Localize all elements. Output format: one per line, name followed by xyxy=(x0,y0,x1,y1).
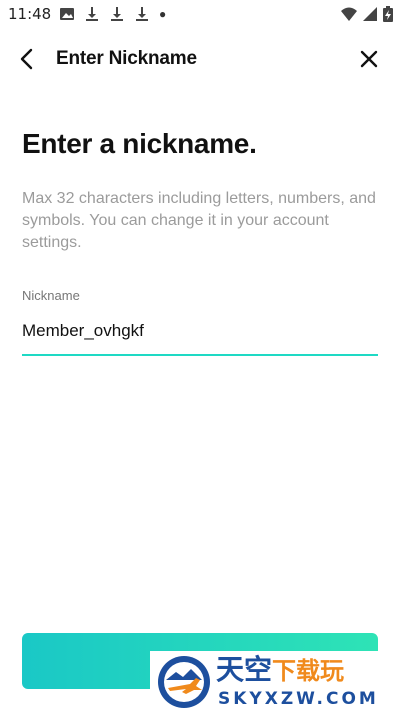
signal-icon xyxy=(363,7,377,21)
image-icon xyxy=(60,8,74,20)
watermark-cn-part1: 天空 xyxy=(216,653,273,686)
close-button[interactable] xyxy=(354,44,384,74)
status-bar: 11:48 ● xyxy=(0,0,400,28)
watermark-cn-part2: 下载玩 xyxy=(272,657,345,685)
battery-charging-icon xyxy=(383,6,393,22)
nickname-label: Nickname xyxy=(22,288,80,303)
watermark-en: SKYXZW.COM xyxy=(218,689,379,709)
watermark-cn: 天空下载玩 xyxy=(216,653,344,688)
close-icon xyxy=(360,50,378,68)
page-title: Enter Nickname xyxy=(56,48,197,69)
app-bar: Enter Nickname xyxy=(0,36,400,82)
nickname-input[interactable] xyxy=(22,316,378,356)
description-text: Max 32 characters including letters, num… xyxy=(22,190,376,251)
download-icon xyxy=(111,7,123,21)
heading: Enter a nickname. xyxy=(22,128,257,159)
watermark: 天空下载玩 SKYXZW.COM xyxy=(150,651,400,711)
download-icon xyxy=(86,7,98,21)
chevron-left-icon xyxy=(20,48,33,70)
watermark-logo-icon xyxy=(158,656,210,708)
wifi-icon xyxy=(341,7,357,21)
download-icon xyxy=(136,7,148,21)
status-time: 11:48 xyxy=(8,5,52,23)
dot-icon: ● xyxy=(159,7,167,21)
back-button[interactable] xyxy=(12,44,42,74)
